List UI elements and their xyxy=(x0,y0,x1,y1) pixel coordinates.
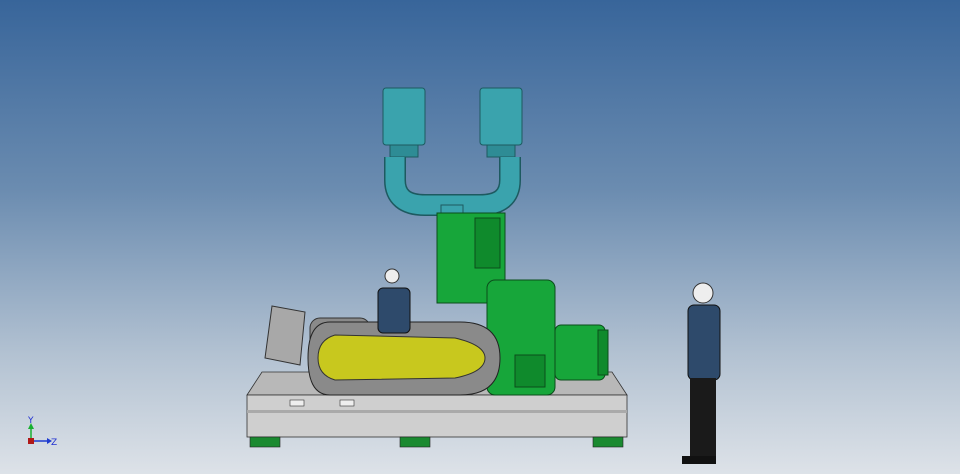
machine-model[interactable]: Y Z xyxy=(0,0,960,474)
3d-viewport[interactable]: Y Z xyxy=(0,0,960,474)
axis-triad: Y Z xyxy=(27,416,57,448)
worker-figure xyxy=(377,268,411,334)
feet xyxy=(249,436,624,448)
y-axis-label: Y xyxy=(27,416,34,426)
worker-figure xyxy=(682,282,721,464)
z-axis-label: Z xyxy=(51,438,57,448)
